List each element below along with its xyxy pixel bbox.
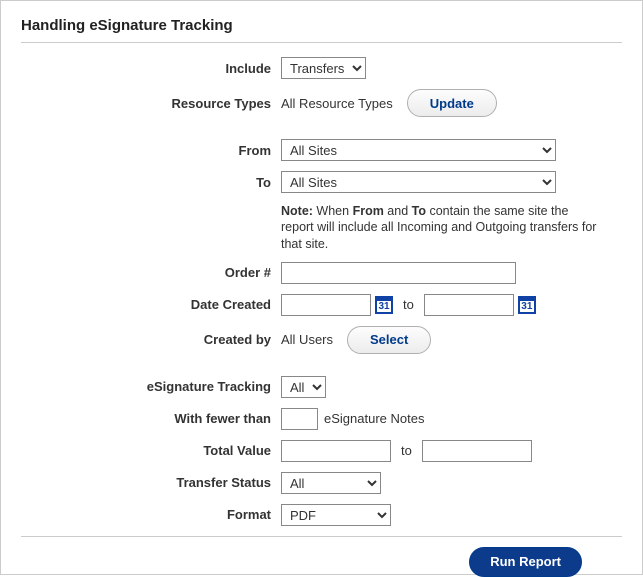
row-resource-types: Resource Types All Resource Types Update xyxy=(21,89,622,117)
select-button[interactable]: Select xyxy=(347,326,431,354)
row-created-by: Created by All Users Select xyxy=(21,326,622,354)
label-resource-types: Resource Types xyxy=(21,96,281,111)
total-value-to-input[interactable] xyxy=(422,440,532,462)
page-title: Handling eSignature Tracking xyxy=(21,17,622,34)
row-with-fewer: With fewer than eSignature Notes xyxy=(21,408,622,430)
row-total-value: Total Value to xyxy=(21,440,622,462)
label-transfer-status: Transfer Status xyxy=(21,475,281,490)
label-to: To xyxy=(21,175,281,190)
row-to: To All Sites xyxy=(21,171,622,193)
label-created-by: Created by xyxy=(21,332,281,347)
esignature-tracking-panel: Handling eSignature Tracking Include Tra… xyxy=(0,0,643,575)
format-select[interactable]: PDF xyxy=(281,504,391,526)
note-text: Note: When From and To contain the same … xyxy=(281,203,601,252)
run-report-button[interactable]: Run Report xyxy=(469,547,582,577)
date-to-input[interactable] xyxy=(424,294,514,316)
row-date-created: Date Created 31 to 31 xyxy=(21,294,622,316)
label-with-fewer: With fewer than xyxy=(21,411,281,426)
total-value-from-input[interactable] xyxy=(281,440,391,462)
row-include: Include Transfers xyxy=(21,57,622,79)
calendar-to-icon[interactable]: 31 xyxy=(518,296,536,314)
transfer-status-select[interactable]: All xyxy=(281,472,381,494)
label-esig-tracking: eSignature Tracking xyxy=(21,379,281,394)
row-note: Note: When From and To contain the same … xyxy=(21,203,622,252)
esig-notes-suffix: eSignature Notes xyxy=(324,411,424,426)
row-format: Format PDF xyxy=(21,504,622,526)
divider-top xyxy=(21,42,622,43)
label-include: Include xyxy=(21,61,281,76)
include-select[interactable]: Transfers xyxy=(281,57,366,79)
resource-types-text: All Resource Types xyxy=(281,96,393,111)
footer: Run Report xyxy=(21,547,622,577)
row-order: Order # xyxy=(21,262,622,284)
label-from: From xyxy=(21,143,281,158)
divider-bottom xyxy=(21,536,622,537)
note-prefix: Note: xyxy=(281,204,313,218)
value-to-word: to xyxy=(401,443,412,458)
label-order: Order # xyxy=(21,265,281,280)
label-format: Format xyxy=(21,507,281,522)
row-from: From All Sites xyxy=(21,139,622,161)
row-transfer-status: Transfer Status All xyxy=(21,472,622,494)
date-from-input[interactable] xyxy=(281,294,371,316)
created-by-text: All Users xyxy=(281,332,333,347)
label-date-created: Date Created xyxy=(21,297,281,312)
label-total-value: Total Value xyxy=(21,443,281,458)
order-input[interactable] xyxy=(281,262,516,284)
date-to-word: to xyxy=(403,297,414,312)
fewer-than-input[interactable] xyxy=(281,408,318,430)
calendar-from-icon[interactable]: 31 xyxy=(375,296,393,314)
update-button[interactable]: Update xyxy=(407,89,497,117)
to-site-select[interactable]: All Sites xyxy=(281,171,556,193)
esig-tracking-select[interactable]: All xyxy=(281,376,326,398)
from-site-select[interactable]: All Sites xyxy=(281,139,556,161)
row-esig-tracking: eSignature Tracking All xyxy=(21,376,622,398)
